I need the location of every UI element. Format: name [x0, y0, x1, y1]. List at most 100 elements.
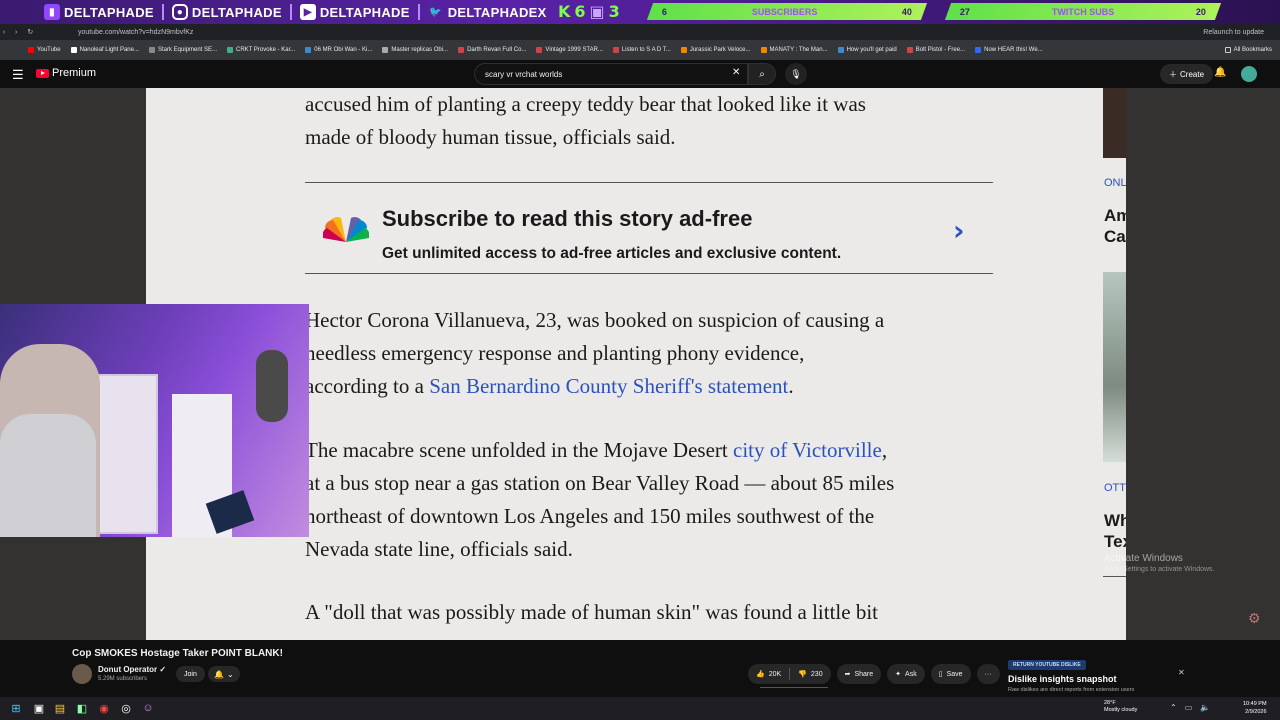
twitch-subs-label: TWITCH SUBS [1051, 6, 1115, 17]
share-button[interactable]: ➦ Share [836, 664, 882, 684]
article-line: according to a San Bernardino County She… [305, 370, 995, 403]
bookmark-item[interactable]: Listen to S A D T... [612, 47, 671, 53]
bookmark-item[interactable]: Now HEAR this! We... [975, 47, 1043, 53]
voice-search-button[interactable]: 🎙 [785, 63, 807, 85]
chrome-icon[interactable]: ◉ [97, 701, 111, 715]
bookmark-item[interactable]: Vintage 1999 STAR... [536, 47, 603, 53]
social-label: DELTAPHADEX [447, 4, 547, 20]
save-button[interactable]: ▯ Save [930, 664, 971, 684]
page-icon [760, 47, 767, 53]
bookmark-label: Darth Revan Full Co... [467, 47, 527, 53]
bookmark-label: Bolt Pistol - Free... [915, 47, 966, 53]
dislike-button[interactable]: 👎 230 [790, 664, 830, 684]
subscribe-divider-top [305, 182, 993, 183]
join-button[interactable]: Join [176, 666, 205, 682]
counter-k: K [558, 2, 571, 21]
overlay-divider [289, 4, 292, 20]
bookmark-item[interactable]: YouTube [28, 47, 61, 53]
notifications-bell-icon[interactable]: 🔔 [1214, 67, 1226, 78]
app-icon[interactable]: ◧ [75, 701, 89, 715]
bookmark-item[interactable]: Nanoleaf Light Pane... [70, 47, 139, 53]
sidebar-tag: ONL [1104, 177, 1126, 189]
chevron-right-icon[interactable]: › [953, 214, 965, 247]
settings-gear-icon[interactable]: ⚙ [1248, 610, 1261, 627]
clear-search-icon[interactable]: ✕ [732, 67, 740, 78]
nav-buttons[interactable]: ‹ › ↻ [0, 28, 40, 36]
address-bar[interactable]: youtube.com/watch?v=hdzN9mbvfKz [40, 29, 1203, 36]
social-instagram: ● DELTAPHADE [168, 4, 286, 20]
plus-icon: ＋ [1169, 69, 1177, 79]
bookmark-label: Now HEAR this! We... [984, 47, 1043, 53]
relaunch-button[interactable]: Relaunch to update [1203, 29, 1280, 36]
folder-icon [1224, 47, 1231, 53]
speaker-icon[interactable]: 🔈 [1200, 703, 1210, 712]
more-actions-button[interactable]: ··· [976, 664, 1000, 684]
chevron-up-icon[interactable]: ⌃ [1170, 703, 1177, 712]
sidebar-headline[interactable]: Am Ca [1104, 205, 1126, 247]
subscription-bell-button[interactable]: 🔔 ⌄ [208, 666, 240, 682]
sidebar-tag: OTT [1104, 482, 1126, 494]
ask-button[interactable]: ✦ Ask [887, 664, 925, 684]
sheriff-statement-link[interactable]: San Bernardino County Sheriff's statemen… [429, 374, 788, 398]
article-line: Nevada state line, officials said. [305, 537, 573, 561]
youtube-logo[interactable]: Premium [36, 67, 96, 79]
bookmark-item[interactable]: MANATY : The Man... [760, 47, 828, 53]
like-ratio-bar [760, 687, 828, 688]
activate-windows-desc: Go to Settings to activate Windows. [1104, 566, 1215, 573]
create-button[interactable]: ＋ Create [1160, 64, 1214, 84]
youtube-play-icon [36, 68, 49, 78]
twitch-subs-target: 20 [1195, 6, 1206, 17]
weather-widget[interactable]: 28°F Mostly cloudy [1104, 700, 1137, 714]
close-icon[interactable]: ✕ [1178, 668, 1185, 677]
article-paragraph: Hector Corona Villanueva, 23, was booked… [305, 304, 995, 403]
social-twitter: 🐦 DELTAPHADEX [424, 4, 551, 20]
taskbar-clock[interactable]: 10:49 PM 2/9/2026 [1243, 700, 1267, 716]
sidebar-headline[interactable]: Wh Tex [1104, 510, 1126, 552]
task-view-icon[interactable]: ▣ [32, 701, 46, 715]
all-bookmarks-button[interactable]: All Bookmarks [1224, 47, 1272, 53]
search-button[interactable]: ⌕ [748, 63, 776, 85]
premium-label: Premium [52, 67, 97, 79]
bookmark-item[interactable]: Jurassic Park Veloce... [680, 47, 751, 53]
bookmark-label: Listen to S A D T... [621, 47, 671, 53]
steam-icon[interactable]: ◎ [119, 701, 133, 715]
bookmark-item[interactable]: Bolt Pistol - Free... [906, 47, 966, 53]
article-line: accused him of planting a creepy teddy b… [305, 92, 866, 116]
search-input[interactable]: scary vr vrchat worlds [474, 63, 748, 85]
ryd-description: Raw dislikes are direct reports from ext… [1008, 687, 1135, 693]
twitch-glitch-icon: ▣ [589, 2, 605, 21]
page-icon [612, 47, 619, 53]
page-icon [906, 47, 913, 53]
bookmark-item[interactable]: How you'll get paid [837, 47, 897, 53]
subscribers-target: 40 [901, 6, 912, 17]
file-explorer-icon[interactable]: ▤ [53, 701, 67, 715]
create-label: Create [1180, 69, 1205, 79]
channel-name[interactable]: Donut Operator ✓ [98, 665, 166, 674]
windows-start-icon[interactable]: ⊞ [9, 701, 23, 715]
video-player[interactable]: accused him of planting a creepy teddy b… [0, 88, 1280, 640]
network-icon[interactable]: ▭ [1185, 703, 1193, 712]
sidebar-thumbnail[interactable] [1103, 88, 1126, 158]
page-icon [227, 47, 233, 53]
subscribers-goal: 6 SUBSCRIBERS 40 [646, 3, 928, 20]
bookmark-label: Master replicas Obi... [391, 47, 449, 53]
sidebar-headline-line: Tex [1104, 532, 1126, 551]
bookmark-item[interactable]: Master replicas Obi... [382, 47, 448, 53]
bookmark-item[interactable]: Stark Equipment SE... [148, 47, 217, 53]
bookmark-item[interactable]: CRKT Provoke - Kar... [227, 47, 295, 53]
sparkle-icon: ✦ [895, 671, 902, 678]
sidebar-headline-line: Am [1104, 206, 1126, 225]
bookmark-item[interactable]: 06 MR Obi Wan - Ki... [305, 47, 372, 53]
hamburger-menu-icon[interactable]: ☰ [12, 67, 24, 83]
like-button[interactable]: 👍 20K [748, 664, 789, 684]
twitch-subs-goal: 27 TWITCH SUBS 20 [944, 3, 1222, 20]
channel-avatar[interactable] [72, 664, 92, 684]
bookmark-label: Stark Equipment SE... [157, 47, 217, 53]
discord-icon[interactable]: ☺ [141, 701, 155, 715]
victorville-link[interactable]: city of Victorville [733, 438, 882, 462]
sidebar-thumbnail[interactable] [1103, 272, 1126, 462]
account-avatar[interactable] [1241, 66, 1257, 82]
return-youtube-dislike-popup: RETURN YOUTUBE DISLIKE Dislike insights … [1004, 658, 1194, 696]
ask-label: Ask [905, 670, 917, 678]
bookmark-item[interactable]: Darth Revan Full Co... [458, 47, 526, 53]
